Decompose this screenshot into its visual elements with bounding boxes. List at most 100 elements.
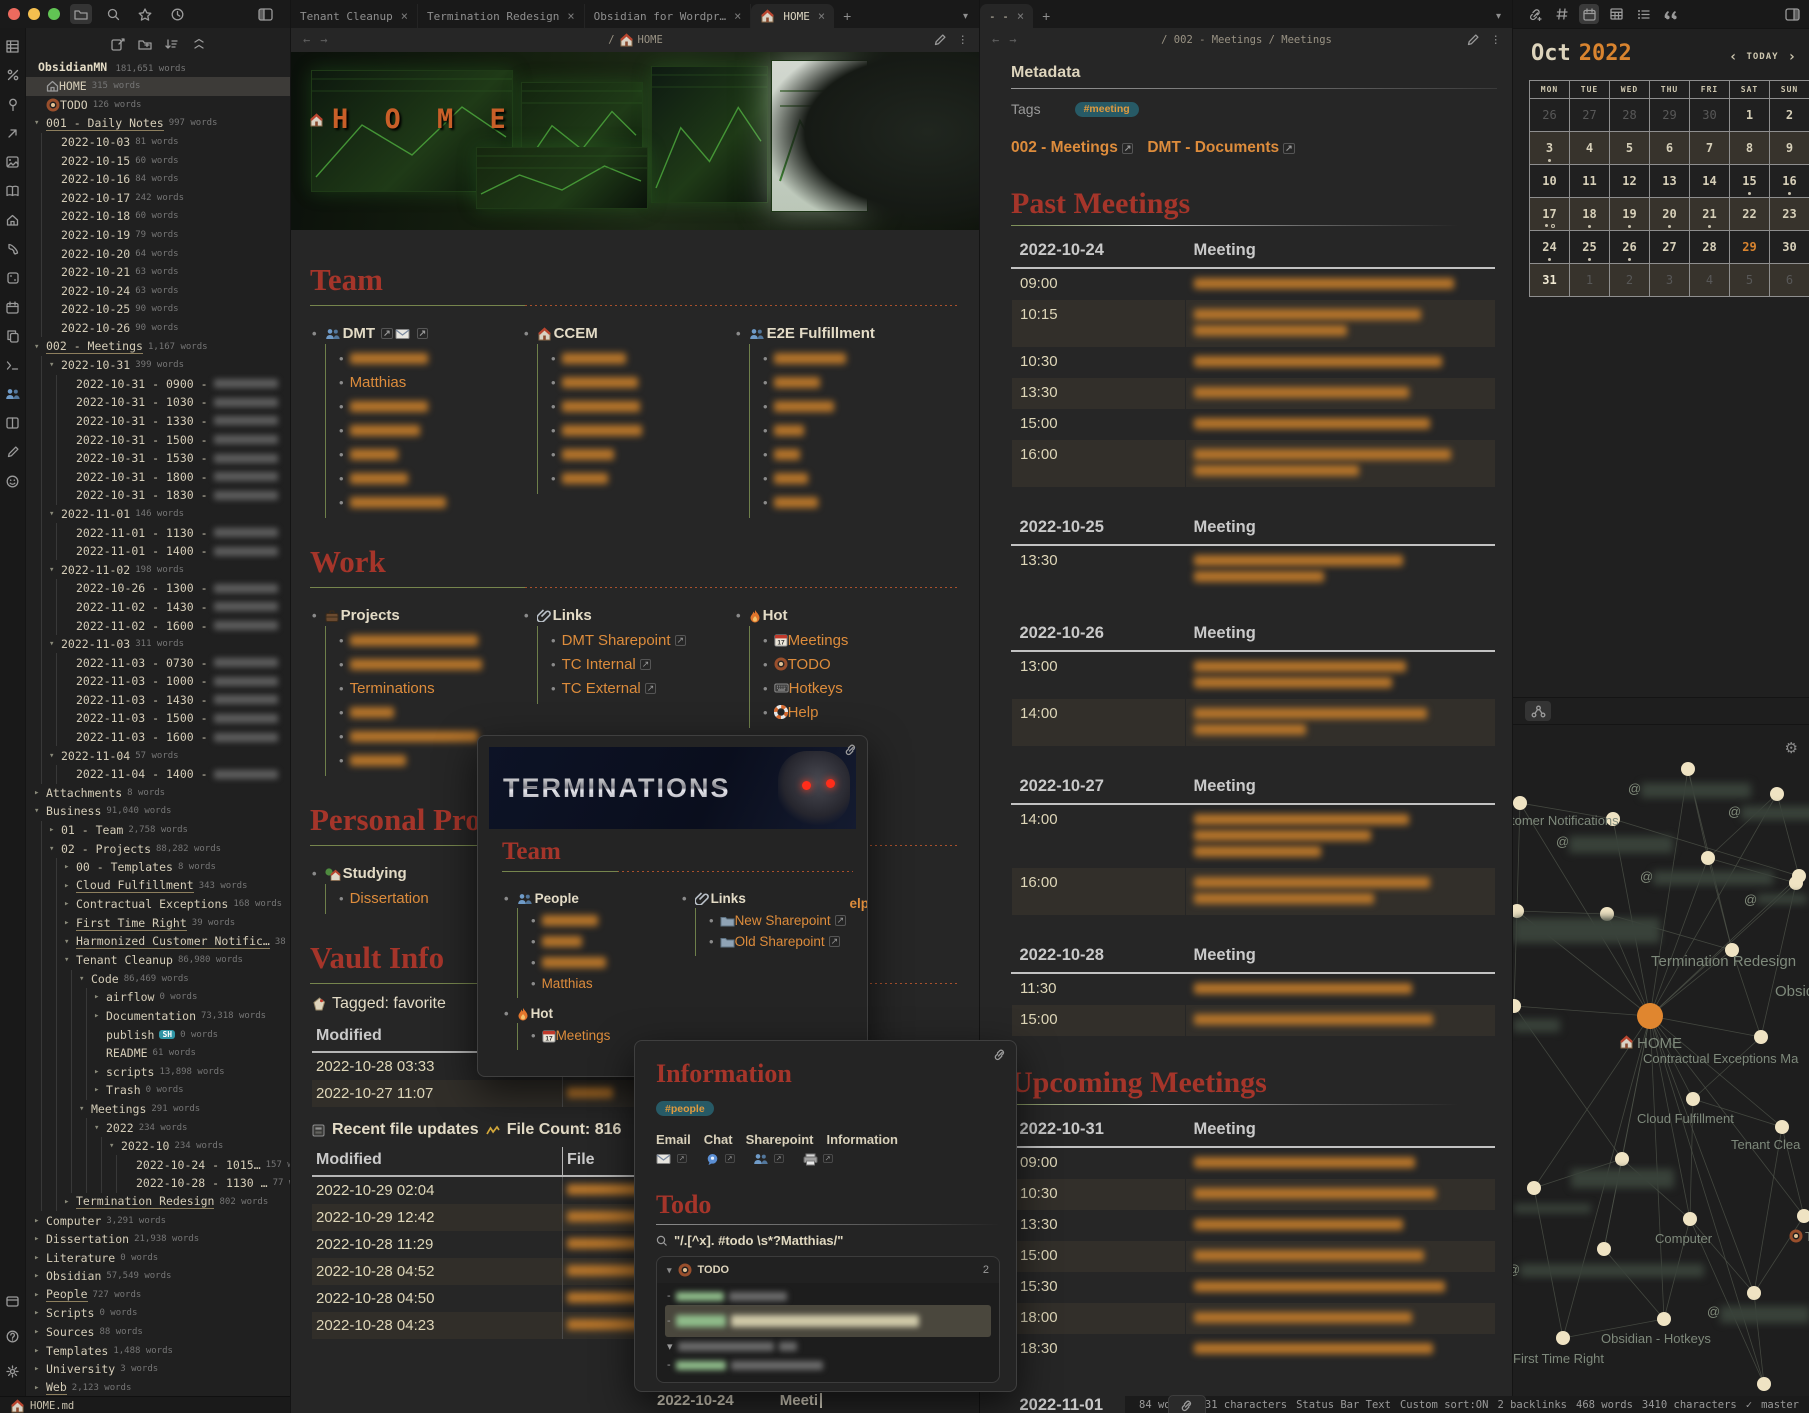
- tree-folder[interactable]: ▾Business91,040 words: [26, 802, 290, 821]
- close-icon[interactable]: ×: [818, 9, 825, 23]
- chevron-right-icon[interactable]: ▸: [64, 918, 76, 928]
- tree-file[interactable]: README61 words: [26, 1044, 290, 1063]
- chevron-right-icon[interactable]: ▸: [94, 1067, 106, 1077]
- tree-file[interactable]: 2022-10-1560 words: [26, 151, 290, 170]
- note-link[interactable]: Terminations: [350, 680, 435, 697]
- list-item[interactable]: •: [339, 628, 524, 652]
- chevron-right-icon[interactable]: ▸: [34, 1383, 46, 1393]
- calendar-day-cell[interactable]: 3: [1530, 132, 1570, 165]
- tree-file[interactable]: 2022-10-2463 words: [26, 282, 290, 301]
- tree-file[interactable]: 2022-10-28 - 1130 …77 words: [26, 1174, 290, 1193]
- graph-node[interactable]: [1770, 787, 1784, 801]
- list-heading[interactable]: •Hot: [504, 1006, 682, 1021]
- tree-file[interactable]: 2022-10-2690 words: [26, 319, 290, 338]
- back-arrow-icon[interactable]: ←: [992, 33, 999, 47]
- todo-item[interactable]: -: [665, 1287, 991, 1305]
- graph-node[interactable]: [1615, 1152, 1629, 1166]
- list-item[interactable]: •DMT Sharepoint↗: [551, 628, 736, 652]
- new-tab-button[interactable]: +: [834, 4, 860, 28]
- status-item[interactable]: Custom sort:ON: [1400, 1399, 1489, 1411]
- tree-folder[interactable]: ▾Tenant Cleanup86,980 words: [26, 951, 290, 970]
- search-icon[interactable]: [102, 4, 124, 24]
- meeting-cell[interactable]: [1186, 268, 1496, 300]
- note-link[interactable]: Old Sharepoint: [735, 934, 825, 949]
- chat-icon[interactable]: ↗: [706, 1153, 736, 1166]
- tree-folder[interactable]: ▸Cloud Fulfillment343 words: [26, 877, 290, 896]
- tree-file[interactable]: 2022-11-04 - 1400 -: [26, 765, 290, 784]
- table-icon[interactable]: [1606, 4, 1626, 24]
- graph-node[interactable]: [1683, 1212, 1697, 1226]
- tree-file[interactable]: 2022-10-1979 words: [26, 226, 290, 245]
- folder-plus-icon[interactable]: [136, 36, 154, 52]
- note-link[interactable]: Dissertation: [350, 890, 429, 907]
- list-item[interactable]: •: [763, 346, 960, 370]
- tree-file[interactable]: 2022-10-1684 words: [26, 170, 290, 189]
- tree-folder[interactable]: ▸Trash0 words: [26, 1081, 290, 1100]
- meeting-cell[interactable]: [1186, 1272, 1496, 1303]
- calendar-day-cell[interactable]: 27: [1570, 99, 1610, 132]
- graph-node[interactable]: [1747, 1286, 1761, 1300]
- list-item[interactable]: •: [763, 394, 960, 418]
- edit-view-icon[interactable]: [934, 34, 946, 46]
- ribbon-pin-icon[interactable]: [4, 93, 22, 115]
- ribbon-grid-icon[interactable]: [4, 35, 22, 57]
- list-item[interactable]: •: [339, 490, 524, 514]
- list-item[interactable]: •: [763, 418, 960, 442]
- meeting-cell[interactable]: [1186, 440, 1496, 487]
- status-item[interactable]: ✓: [1746, 1399, 1752, 1411]
- tree-file[interactable]: 2022-10-1860 words: [26, 207, 290, 226]
- list-item[interactable]: •: [531, 910, 682, 931]
- open-link-icon[interactable]: [993, 1048, 1007, 1061]
- star-icon[interactable]: [134, 4, 156, 24]
- tree-folder[interactable]: ▾2022-11-03311 words: [26, 635, 290, 654]
- new-tab-button[interactable]: +: [1033, 4, 1059, 28]
- tree-file[interactable]: 2022-10-31 - 1030 -: [26, 393, 290, 412]
- calendar-day-cell[interactable]: 22: [1730, 198, 1770, 231]
- ribbon-pencil-icon[interactable]: [4, 441, 22, 463]
- chevron-right-icon[interactable]: ▸: [64, 862, 76, 872]
- meeting-cell[interactable]: [1186, 300, 1496, 347]
- tree-file[interactable]: 2022-10-31 - 1530 -: [26, 449, 290, 468]
- calendar-day-cell[interactable]: 3: [1650, 264, 1690, 297]
- tree-folder[interactable]: ▸00 - Templates8 words: [26, 858, 290, 877]
- graph-node[interactable]: [1757, 1377, 1771, 1391]
- tree-folder[interactable]: ▾002 - Meetings1,167 words: [26, 337, 290, 356]
- meeting-cell[interactable]: [1186, 1147, 1496, 1179]
- tree-folder[interactable]: ▸scripts13,898 words: [26, 1062, 290, 1081]
- calendar-day-cell[interactable]: 11: [1570, 165, 1610, 198]
- tree-folder[interactable]: ▾2022234 words: [26, 1118, 290, 1137]
- calendar-day-cell[interactable]: 28: [1610, 99, 1650, 132]
- tree-folder[interactable]: ▸Scripts0 words: [26, 1304, 290, 1323]
- meeting-cell[interactable]: [1186, 699, 1496, 746]
- tab-obsidian-for-wordpr-[interactable]: Obsidian for Wordpr…×: [585, 4, 752, 28]
- list-heading[interactable]: •Projects: [312, 607, 524, 624]
- chevron-down-icon[interactable]: ▾: [49, 751, 61, 761]
- forward-arrow-icon[interactable]: →: [1009, 33, 1016, 47]
- tree-file[interactable]: TODO126 words: [26, 96, 290, 115]
- graph-node[interactable]: [1789, 876, 1803, 890]
- tree-file[interactable]: 2022-10-24 - 1015…157 words: [26, 1155, 290, 1174]
- tree-folder[interactable]: ▾Meetings291 words: [26, 1100, 290, 1119]
- calendar-day-cell[interactable]: 21: [1690, 198, 1730, 231]
- graph-settings-gear-icon[interactable]: ⚙: [1785, 739, 1798, 757]
- chevron-down-icon[interactable]: ▾: [49, 360, 61, 370]
- users-icon[interactable]: ↗: [753, 1153, 785, 1166]
- meeting-cell[interactable]: [1186, 1210, 1496, 1241]
- calendar-day-cell[interactable]: 25: [1570, 231, 1610, 264]
- list-heading[interactable]: •Links: [524, 607, 736, 624]
- chevron-right-icon[interactable]: ▸: [34, 1346, 46, 1356]
- quote-icon[interactable]: [1660, 4, 1680, 24]
- calendar-day-cell[interactable]: 27: [1650, 231, 1690, 264]
- chevron-down-icon[interactable]: ▾: [49, 565, 61, 575]
- meeting-cell[interactable]: [1186, 1179, 1496, 1210]
- graph-node[interactable]: [1513, 999, 1521, 1013]
- ribbon-columns-icon[interactable]: [4, 412, 22, 434]
- calendar-day-cell[interactable]: 2: [1610, 264, 1650, 297]
- list-heading[interactable]: •Hot: [736, 607, 960, 624]
- graph-node[interactable]: [1754, 1030, 1768, 1044]
- calendar-day-cell[interactable]: 4: [1570, 132, 1610, 165]
- graph-node[interactable]: [1797, 1209, 1809, 1223]
- close-icon[interactable]: ×: [734, 9, 741, 23]
- tree-folder[interactable]: ▸Contractual Exceptions168 words: [26, 895, 290, 914]
- calendar-day-cell[interactable]: 2: [1770, 99, 1809, 132]
